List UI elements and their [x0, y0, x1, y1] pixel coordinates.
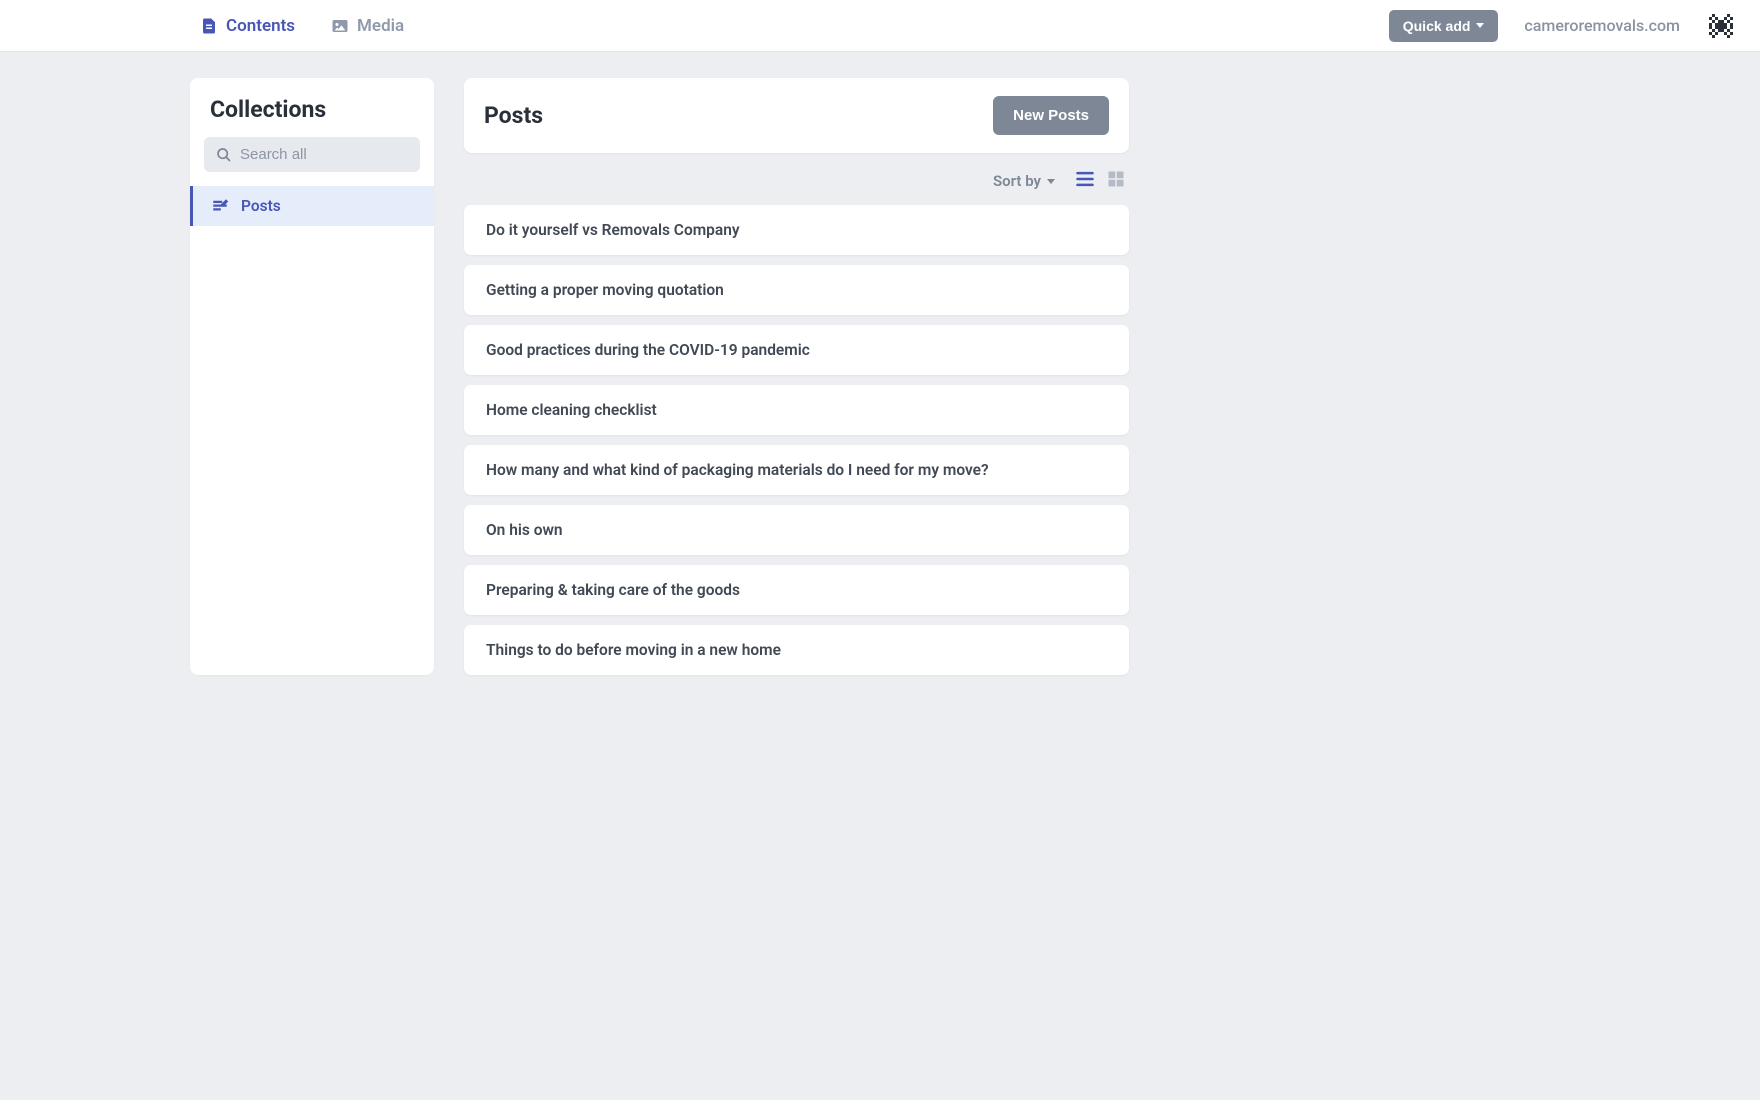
post-title: Home cleaning checklist [486, 401, 1107, 419]
post-title: Preparing & taking care of the goods [486, 581, 1107, 599]
posts-list: Do it yourself vs Removals Company Getti… [464, 205, 1129, 675]
tab-media[interactable]: Media [331, 16, 404, 36]
sort-by-dropdown[interactable]: Sort by [993, 172, 1055, 190]
image-icon [331, 17, 349, 35]
sidebar: Collections Posts [190, 78, 434, 675]
tab-contents-label: Contents [226, 16, 295, 36]
search-wrap [190, 137, 434, 186]
content-area: Collections Posts Posts New Posts Sort b… [0, 52, 1760, 675]
post-title: On his own [486, 521, 1107, 539]
avatar[interactable] [1706, 11, 1736, 41]
view-grid-button[interactable] [1107, 170, 1125, 192]
sidebar-title: Collections [210, 96, 414, 123]
main-panel: Posts New Posts Sort by Do it yourself v… [464, 78, 1129, 675]
topbar-right: Quick add cameroremovals.com [1389, 10, 1736, 42]
page-title: Posts [484, 102, 543, 129]
view-toggles [1075, 169, 1125, 193]
chevron-down-icon [1047, 179, 1055, 184]
list-item[interactable]: Things to do before moving in a new home [464, 625, 1129, 675]
grid-icon [1107, 170, 1125, 188]
post-title: Do it yourself vs Removals Company [486, 221, 1107, 239]
sidebar-header: Collections [190, 78, 434, 137]
topbar: Contents Media Quick add cameroremovals.… [0, 0, 1760, 52]
sidebar-item-posts[interactable]: Posts [190, 186, 434, 226]
post-title: Things to do before moving in a new home [486, 641, 1107, 659]
chevron-down-icon [1476, 23, 1484, 28]
search-input[interactable] [240, 146, 408, 163]
sidebar-item-label: Posts [241, 197, 281, 215]
list-item[interactable]: Do it yourself vs Removals Company [464, 205, 1129, 255]
sort-by-label: Sort by [993, 172, 1041, 190]
list-item[interactable]: Getting a proper moving quotation [464, 265, 1129, 315]
list-controls: Sort by [464, 153, 1129, 205]
search-icon [216, 147, 232, 163]
topbar-nav: Contents Media [200, 16, 404, 36]
list-icon [1075, 169, 1095, 189]
list-item[interactable]: Preparing & taking care of the goods [464, 565, 1129, 615]
document-icon [200, 17, 218, 35]
domain-text[interactable]: cameroremovals.com [1524, 16, 1680, 35]
view-list-button[interactable] [1075, 169, 1095, 193]
posts-icon [211, 197, 229, 215]
list-item[interactable]: On his own [464, 505, 1129, 555]
post-title: How many and what kind of packaging mate… [486, 461, 1107, 479]
list-item[interactable]: Good practices during the COVID-19 pande… [464, 325, 1129, 375]
list-item[interactable]: Home cleaning checklist [464, 385, 1129, 435]
quick-add-label: Quick add [1403, 18, 1471, 34]
list-item[interactable]: How many and what kind of packaging mate… [464, 445, 1129, 495]
new-post-button[interactable]: New Posts [993, 96, 1109, 135]
tab-media-label: Media [357, 16, 404, 36]
post-title: Getting a proper moving quotation [486, 281, 1107, 299]
search-box[interactable] [204, 137, 420, 172]
quick-add-button[interactable]: Quick add [1389, 10, 1499, 42]
post-title: Good practices during the COVID-19 pande… [486, 341, 1107, 359]
panel-header: Posts New Posts [464, 78, 1129, 153]
tab-contents[interactable]: Contents [200, 16, 295, 36]
